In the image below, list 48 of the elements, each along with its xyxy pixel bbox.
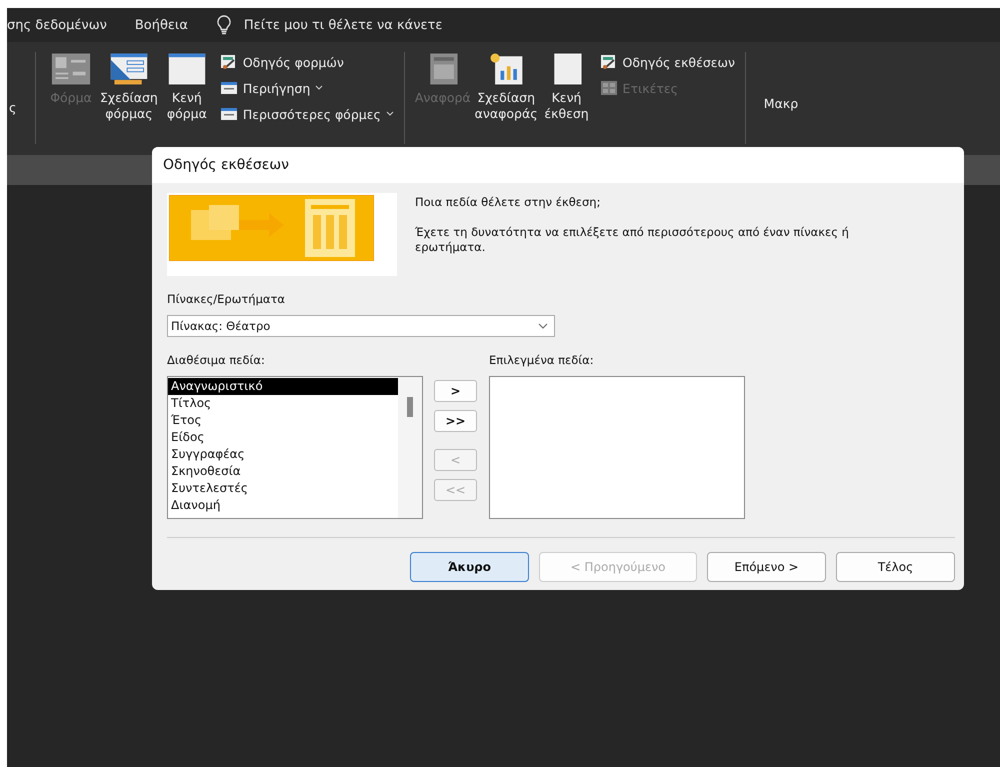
dialog-button[interactable]: Τέλος <box>836 552 955 582</box>
caret-icon <box>386 111 394 117</box>
list-item[interactable]: Τίτλος <box>168 395 398 412</box>
grid-icon <box>600 80 618 96</box>
lightbulb-icon <box>216 15 232 35</box>
list-item[interactable]: Σκηνοθεσία <box>168 463 398 480</box>
chevron-down-icon <box>538 323 548 329</box>
ribbon-button[interactable]: Οδηγός εκθέσεων <box>600 52 735 72</box>
table-dropdown[interactable]: Πίνακας: Θέατρο <box>167 315 555 337</box>
wizard-icon <box>600 54 618 70</box>
available-fields-list[interactable]: Αναγνωριστικό Τίτλος Έτος Είδος Συγγραφέας Σκηνοθεσία Συντελεστές Διανομή <box>167 376 423 519</box>
hint-text: Έχετε τη δυνατότητα να επιλέξετε από περισσότερους από έναν πίνακες ή ερωτήματα. <box>415 224 850 256</box>
list-item[interactable]: Συγγραφέας <box>168 446 398 463</box>
form-icon <box>51 52 91 86</box>
list-item[interactable]: Έτος <box>168 412 398 429</box>
field-label: Επιλεγμένα πεδία: <box>489 353 595 367</box>
menu-item[interactable]: Βοήθεια <box>134 18 188 32</box>
selected-fields-list[interactable] <box>489 376 745 519</box>
caret-icon <box>315 85 324 91</box>
move-field-button[interactable]: >> <box>434 410 477 432</box>
ribbon-label: ς <box>8 100 18 115</box>
dialog-button[interactable]: Επόμενο > <box>707 552 826 582</box>
ribbon-button[interactable]: Σχεδίαση αναφοράς <box>474 52 538 122</box>
tell-me-search[interactable]: Πείτε μου τι θέλετε να κάνετε <box>244 18 442 32</box>
ribbon-button[interactable]: Οδηγός φορμών <box>220 52 394 72</box>
ribbon-button[interactable]: Κενή έκθεση <box>542 52 592 122</box>
list-item[interactable]: Διανομή <box>168 497 398 514</box>
field-label: Διαθέσιμα πεδία: <box>167 353 266 367</box>
blank-form-icon <box>166 52 207 86</box>
ribbon-button[interactable]: Σχεδίαση φόρμας <box>100 52 158 124</box>
menu-item[interactable]: σης δεδομένων <box>7 18 107 32</box>
ribbon-button[interactable]: Μακρ <box>756 96 806 112</box>
ribbon-button[interactable]: Περισσότερες φόρμες <box>220 104 394 124</box>
field-label: Πίνακες/Ερωτήματα <box>167 292 286 306</box>
dialog-title: Οδηγός εκθέσεων <box>152 147 964 183</box>
ribbon-button[interactable]: Περιήγηση <box>220 78 394 98</box>
wizard-icon <box>220 54 238 70</box>
list-item[interactable]: Συντελεστές <box>168 480 398 497</box>
window-icon <box>220 106 238 122</box>
question-text: Ποια πεδία θέλετε στην έκθεση; <box>415 195 602 211</box>
move-field-button[interactable]: > <box>434 380 477 402</box>
scrollbar-thumb[interactable] <box>407 397 413 417</box>
list-item[interactable]: Είδος <box>168 429 398 446</box>
list-item[interactable]: Αναγνωριστικό <box>168 378 398 395</box>
dialog-button[interactable]: Άκυρο <box>410 552 529 582</box>
form-design-icon <box>108 52 149 86</box>
ribbon-button[interactable]: Κενή φόρμα <box>162 52 212 124</box>
window-icon <box>220 80 238 96</box>
